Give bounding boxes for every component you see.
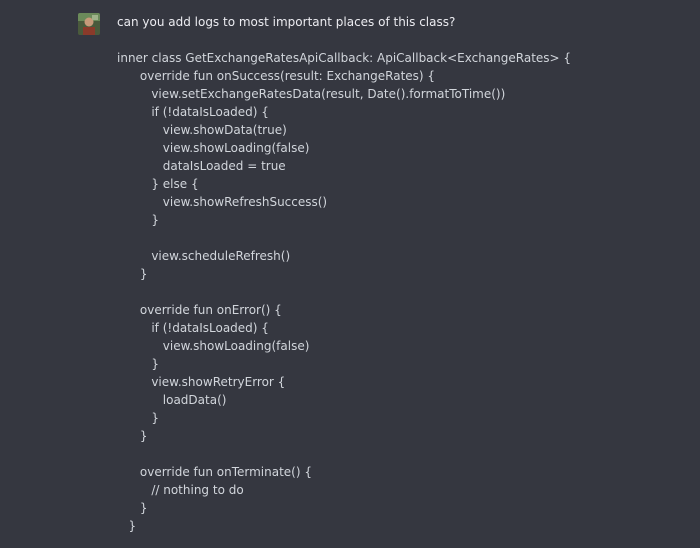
code-line: override fun onTerminate() {	[117, 465, 312, 479]
code-line: } else {	[117, 177, 199, 191]
user-message: can you add logs to most important place…	[0, 0, 700, 548]
code-line: override fun onSuccess(result: ExchangeR…	[117, 69, 436, 83]
code-line: }	[117, 213, 159, 227]
code-line: dataIsLoaded = true	[117, 159, 286, 173]
code-line: view.showRefreshSuccess()	[117, 195, 328, 209]
code-line: if (!dataIsLoaded) {	[117, 105, 269, 119]
code-line: loadData()	[117, 393, 227, 407]
code-line: view.showData(true)	[117, 123, 287, 137]
code-line: }	[117, 519, 137, 533]
code-line: }	[117, 357, 159, 371]
code-line: override fun onError() {	[117, 303, 282, 317]
code-line: view.showLoading(false)	[117, 339, 310, 353]
code-line: view.showRetryError {	[117, 375, 286, 389]
code-line: }	[117, 267, 148, 281]
code-line: view.setExchangeRatesData(result, Date()…	[117, 87, 506, 101]
code-line: view.showLoading(false)	[117, 141, 310, 155]
code-line: }	[117, 501, 148, 515]
user-avatar	[78, 13, 100, 35]
code-snippet: inner class GetExchangeRatesApiCallback:…	[117, 49, 571, 535]
user-question: can you add logs to most important place…	[117, 15, 456, 29]
code-line: inner class GetExchangeRatesApiCallback:…	[117, 51, 572, 65]
code-line: if (!dataIsLoaded) {	[117, 321, 269, 335]
code-line: view.scheduleRefresh()	[117, 249, 291, 263]
code-line: }	[117, 429, 148, 443]
code-line: }	[117, 411, 159, 425]
code-line: // nothing to do	[117, 483, 244, 497]
